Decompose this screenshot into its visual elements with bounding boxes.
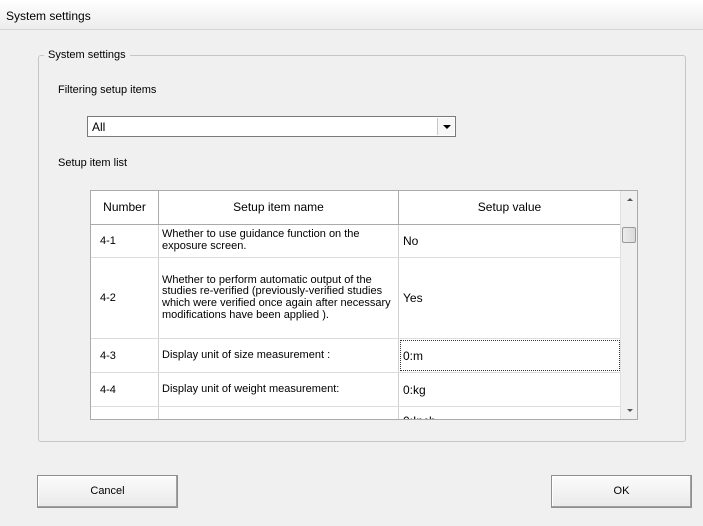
scroll-up-icon[interactable]: [621, 191, 637, 208]
scroll-thumb[interactable]: [622, 227, 636, 243]
row-value[interactable]: No: [399, 225, 621, 257]
table-row[interactable]: 4-4 Display unit of weight measurement: …: [91, 373, 621, 407]
chevron-down-icon[interactable]: [437, 118, 454, 135]
cancel-button[interactable]: Cancel: [37, 475, 178, 508]
row-name: Display unit of size measurement :: [159, 339, 399, 372]
table-row[interactable]: 4-3 Display unit of size measurement : 0…: [91, 339, 621, 373]
group-legend: System settings: [44, 49, 130, 61]
row-name: Whether to perform automatic output of t…: [159, 258, 399, 338]
scroll-down-icon[interactable]: [621, 402, 637, 419]
filter-selected-value: All: [92, 120, 106, 134]
window-title: System settings: [6, 9, 91, 23]
row-number: 4-3: [91, 339, 159, 372]
row-name: Display unit of weight measurement:: [159, 373, 399, 406]
row-value[interactable]: 0:Inch: [399, 407, 621, 419]
column-header-value[interactable]: Setup value: [399, 191, 621, 224]
row-value[interactable]: 0:m: [399, 339, 621, 372]
grid-header: Number Setup item name Setup value: [91, 191, 621, 225]
grid-rows: 4-1 Whether to use guidance function on …: [91, 225, 621, 419]
column-header-name[interactable]: Setup item name: [159, 191, 399, 224]
row-value[interactable]: Yes: [399, 258, 621, 338]
setup-item-grid[interactable]: Number Setup item name Setup value 4-1 W…: [90, 190, 638, 420]
row-number: 4-4: [91, 373, 159, 406]
vertical-scrollbar[interactable]: [620, 191, 637, 419]
setup-list-label: Setup item list: [58, 157, 128, 169]
table-row[interactable]: 4-1 Whether to use guidance function on …: [91, 225, 621, 258]
row-number: 4-2: [91, 258, 159, 338]
table-row[interactable]: 4-2 Whether to perform automatic output …: [91, 258, 621, 339]
row-name: [159, 407, 399, 419]
row-value[interactable]: 0:kg: [399, 373, 621, 406]
row-number: 4-1: [91, 225, 159, 257]
filter-dropdown[interactable]: All: [87, 116, 456, 137]
table-row[interactable]: 0:Inch: [91, 407, 621, 419]
row-number: [91, 407, 159, 419]
ok-button[interactable]: OK: [551, 475, 692, 508]
filter-label: Filtering setup items: [58, 84, 157, 96]
title-bar: System settings: [0, 0, 703, 30]
column-header-number[interactable]: Number: [91, 191, 159, 224]
row-name: Whether to use guidance function on the …: [159, 225, 399, 257]
